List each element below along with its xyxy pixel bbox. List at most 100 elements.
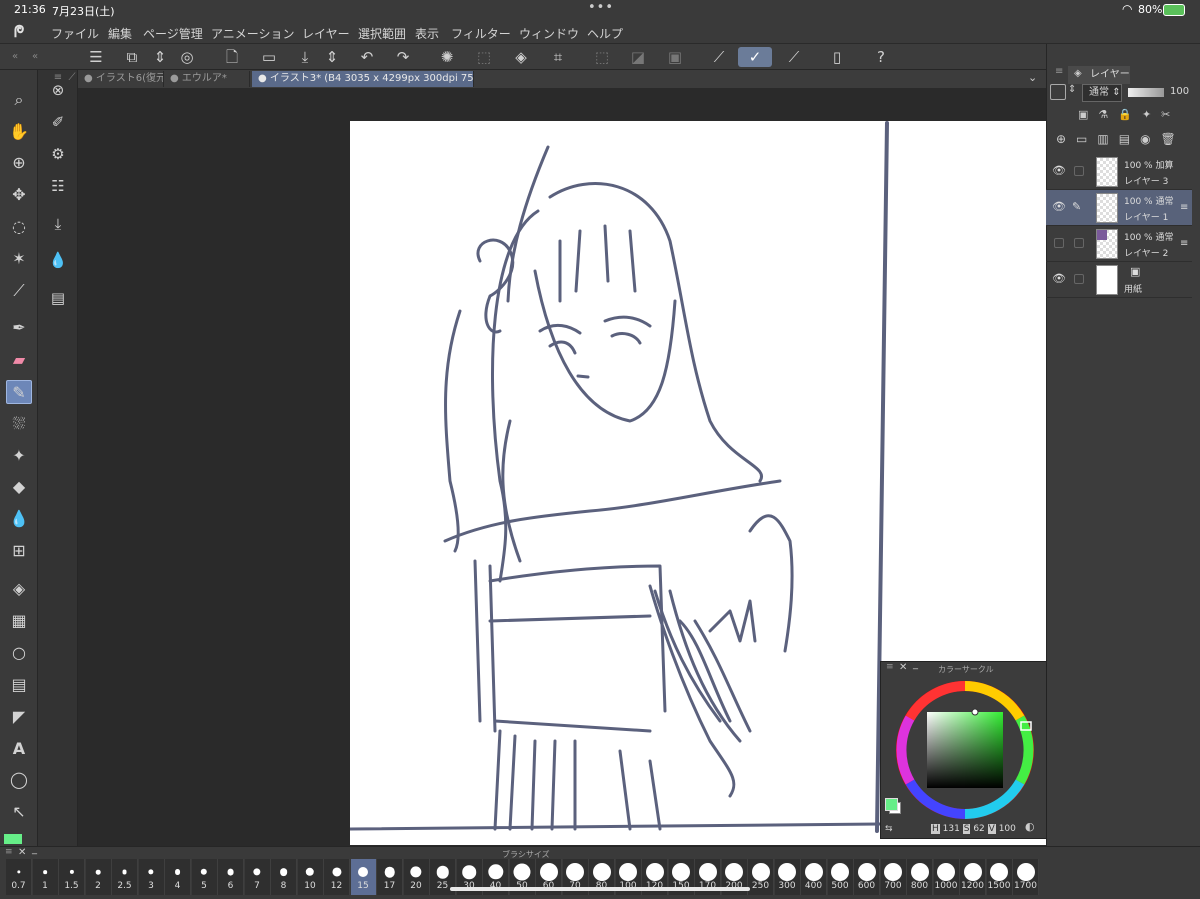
new-file-icon[interactable]: 🗋 <box>221 47 243 67</box>
fill-bucket-icon[interactable]: ◈ <box>510 47 532 67</box>
brush-size-2.5[interactable]: 2.5 <box>112 859 138 895</box>
gradient-icon[interactable]: ▦ <box>6 609 32 633</box>
menu-page[interactable]: ページ管理 <box>143 25 203 42</box>
drag-handle-icon[interactable]: ≡ <box>1180 202 1188 213</box>
magic-wand-icon[interactable]: ✶ <box>6 247 32 271</box>
brush-size-3[interactable]: 3 <box>138 859 165 895</box>
menu-file[interactable]: ファイル <box>51 25 99 42</box>
undo-icon[interactable]: ↶ <box>356 47 378 67</box>
layer-row-3[interactable]: 👁 100 % 加算 レイヤー 3 <box>1046 154 1192 190</box>
multitask-dots[interactable]: ••• <box>588 0 614 15</box>
decoration-icon[interactable]: ✦ <box>6 444 32 468</box>
brush-size-250[interactable]: 250 <box>748 859 774 895</box>
v-value[interactable]: 100 <box>999 824 1016 834</box>
main-color-swatch[interactable] <box>885 798 898 811</box>
eye-icon[interactable]: 👁 <box>1052 164 1066 177</box>
edit-toggle[interactable] <box>1074 238 1084 248</box>
menu-selection[interactable]: 選択範囲 <box>358 25 406 42</box>
airbrush-icon[interactable]: ⛆ <box>6 412 32 436</box>
quick-access-icon[interactable]: ⊗ <box>46 78 70 102</box>
eraser-icon[interactable]: ◆ <box>6 475 32 499</box>
crop-icon[interactable]: ⌗ <box>547 47 569 67</box>
zoom-icon[interactable]: ⌕ <box>6 88 32 112</box>
hand-icon[interactable]: ✋ <box>6 120 32 144</box>
updown-2-icon[interactable]: ⇕ <box>321 47 343 67</box>
layer-row-2[interactable]: 100 % 通常 レイヤー 2 ≡ <box>1046 226 1192 262</box>
menu-layer[interactable]: レイヤー <box>302 25 350 42</box>
brush-size-1200[interactable]: 1200 <box>960 859 986 895</box>
brush-size-10[interactable]: 10 <box>297 859 324 895</box>
material-icon[interactable]: ⤓ <box>46 212 70 236</box>
layer-lock-icons[interactable]: ▣⚗🔒✦✂ <box>1078 108 1180 121</box>
edit-toggle[interactable] <box>1074 166 1084 176</box>
panel-menu-icon[interactable]: ≡ <box>886 662 894 672</box>
help-icon[interactable]: ? <box>870 47 892 67</box>
brush-size-12[interactable]: 12 <box>324 859 350 895</box>
snap-special-ruler-icon[interactable]: ✓ <box>738 47 772 67</box>
s-value[interactable]: 62 <box>973 824 984 834</box>
blend-mode-select[interactable]: 通常 ⇕ <box>1082 84 1122 102</box>
smartphone-icon[interactable]: ▯ <box>826 47 848 67</box>
brush-size-15[interactable]: 15 <box>350 859 377 895</box>
brush-size-300[interactable]: 300 <box>774 859 801 895</box>
tool-property-icon[interactable]: ⚙ <box>46 142 70 166</box>
edit-toggle[interactable] <box>1074 274 1084 284</box>
color-mixing-icon[interactable]: 💧 <box>46 248 70 272</box>
menu-view[interactable]: 表示 <box>415 25 439 42</box>
opacity-value[interactable]: 100 <box>1170 86 1189 97</box>
layer-color-stepper-icon[interactable]: ⇕ <box>1068 84 1076 95</box>
eye-icon[interactable]: 👁 <box>1052 272 1066 285</box>
panel-menu-icon[interactable]: ≡ <box>5 847 13 857</box>
brush-size-17[interactable]: 17 <box>377 859 403 895</box>
figure-icon[interactable]: ○ <box>6 641 32 665</box>
correct-line-icon[interactable]: ↖ <box>6 800 32 824</box>
save-icon[interactable]: ⤓ <box>294 47 316 67</box>
tab-illust6[interactable]: ● イラスト6(復元 <box>78 71 164 87</box>
companion-icon[interactable]: ◎ <box>176 47 198 67</box>
hamburger-menu-icon[interactable]: ☰ <box>85 47 107 67</box>
animation-timeline-icon[interactable]: ▤ <box>46 286 70 310</box>
pencil-icon[interactable]: ✎ <box>6 380 32 404</box>
brush-size-1000[interactable]: 1000 <box>933 859 960 895</box>
transform-icon[interactable]: ⬚ <box>473 47 495 67</box>
layer-row-paper[interactable]: 👁 ▣ 用紙 <box>1046 262 1192 298</box>
minimize-icon[interactable]: _ <box>913 659 918 670</box>
tab-illust3[interactable]: ● イラスト3* (B4 3035 x 4299px 300dpi 75.7%) <box>252 71 474 87</box>
brush-size-700[interactable]: 700 <box>880 859 907 895</box>
panel-menu-icon[interactable]: ≡ <box>1055 66 1063 77</box>
brush-size-1500[interactable]: 1500 <box>986 859 1013 895</box>
menu-window[interactable]: ウィンドウ <box>519 25 579 42</box>
lasso-icon[interactable]: ◌ <box>6 215 32 239</box>
brush-size-7[interactable]: 7 <box>244 859 271 895</box>
tab-eula[interactable]: ● エウルア* <box>164 71 250 87</box>
visibility-toggle[interactable] <box>1054 238 1064 248</box>
menu-animation[interactable]: アニメーション <box>211 25 295 42</box>
brush-size-400[interactable]: 400 <box>801 859 827 895</box>
brush-size-20[interactable]: 20 <box>403 859 430 895</box>
brush-size-8[interactable]: 8 <box>271 859 297 895</box>
brush-size-1700[interactable]: 1700 <box>1013 859 1039 895</box>
brush-size-1.5[interactable]: 1.5 <box>59 859 85 895</box>
snap-ruler-icon[interactable]: ⟋ <box>708 47 730 67</box>
collapse-left-2-icon[interactable]: « <box>24 47 46 67</box>
move-icon[interactable]: ✥ <box>6 183 32 207</box>
eye-icon[interactable]: 👁 <box>1052 200 1066 213</box>
brush-size-5[interactable]: 5 <box>191 859 218 895</box>
clear-icon[interactable]: ◪ <box>627 47 649 67</box>
ruler-icon[interactable]: ◤ <box>6 705 32 729</box>
menu-edit[interactable]: 編集 <box>108 25 132 42</box>
hue-ring[interactable] <box>891 676 1039 824</box>
menu-help[interactable]: ヘルプ <box>587 25 623 42</box>
blend-icon[interactable]: 💧 <box>6 507 32 531</box>
redo-icon[interactable]: ↷ <box>392 47 414 67</box>
brush-size-2[interactable]: 2 <box>85 859 112 895</box>
loading-icon[interactable]: ✺ <box>436 47 458 67</box>
brush-size-0.7[interactable]: 0.7 <box>6 859 32 895</box>
mesh-icon[interactable]: ⊞ <box>6 539 32 563</box>
frame-icon[interactable]: ▤ <box>6 673 32 697</box>
home-indicator[interactable] <box>450 887 750 891</box>
snap-grid-icon[interactable]: ⟋ <box>783 47 805 67</box>
minimize-icon[interactable]: _ <box>32 844 37 855</box>
h-value[interactable]: 131 <box>943 824 960 834</box>
brush-size-600[interactable]: 600 <box>854 859 880 895</box>
